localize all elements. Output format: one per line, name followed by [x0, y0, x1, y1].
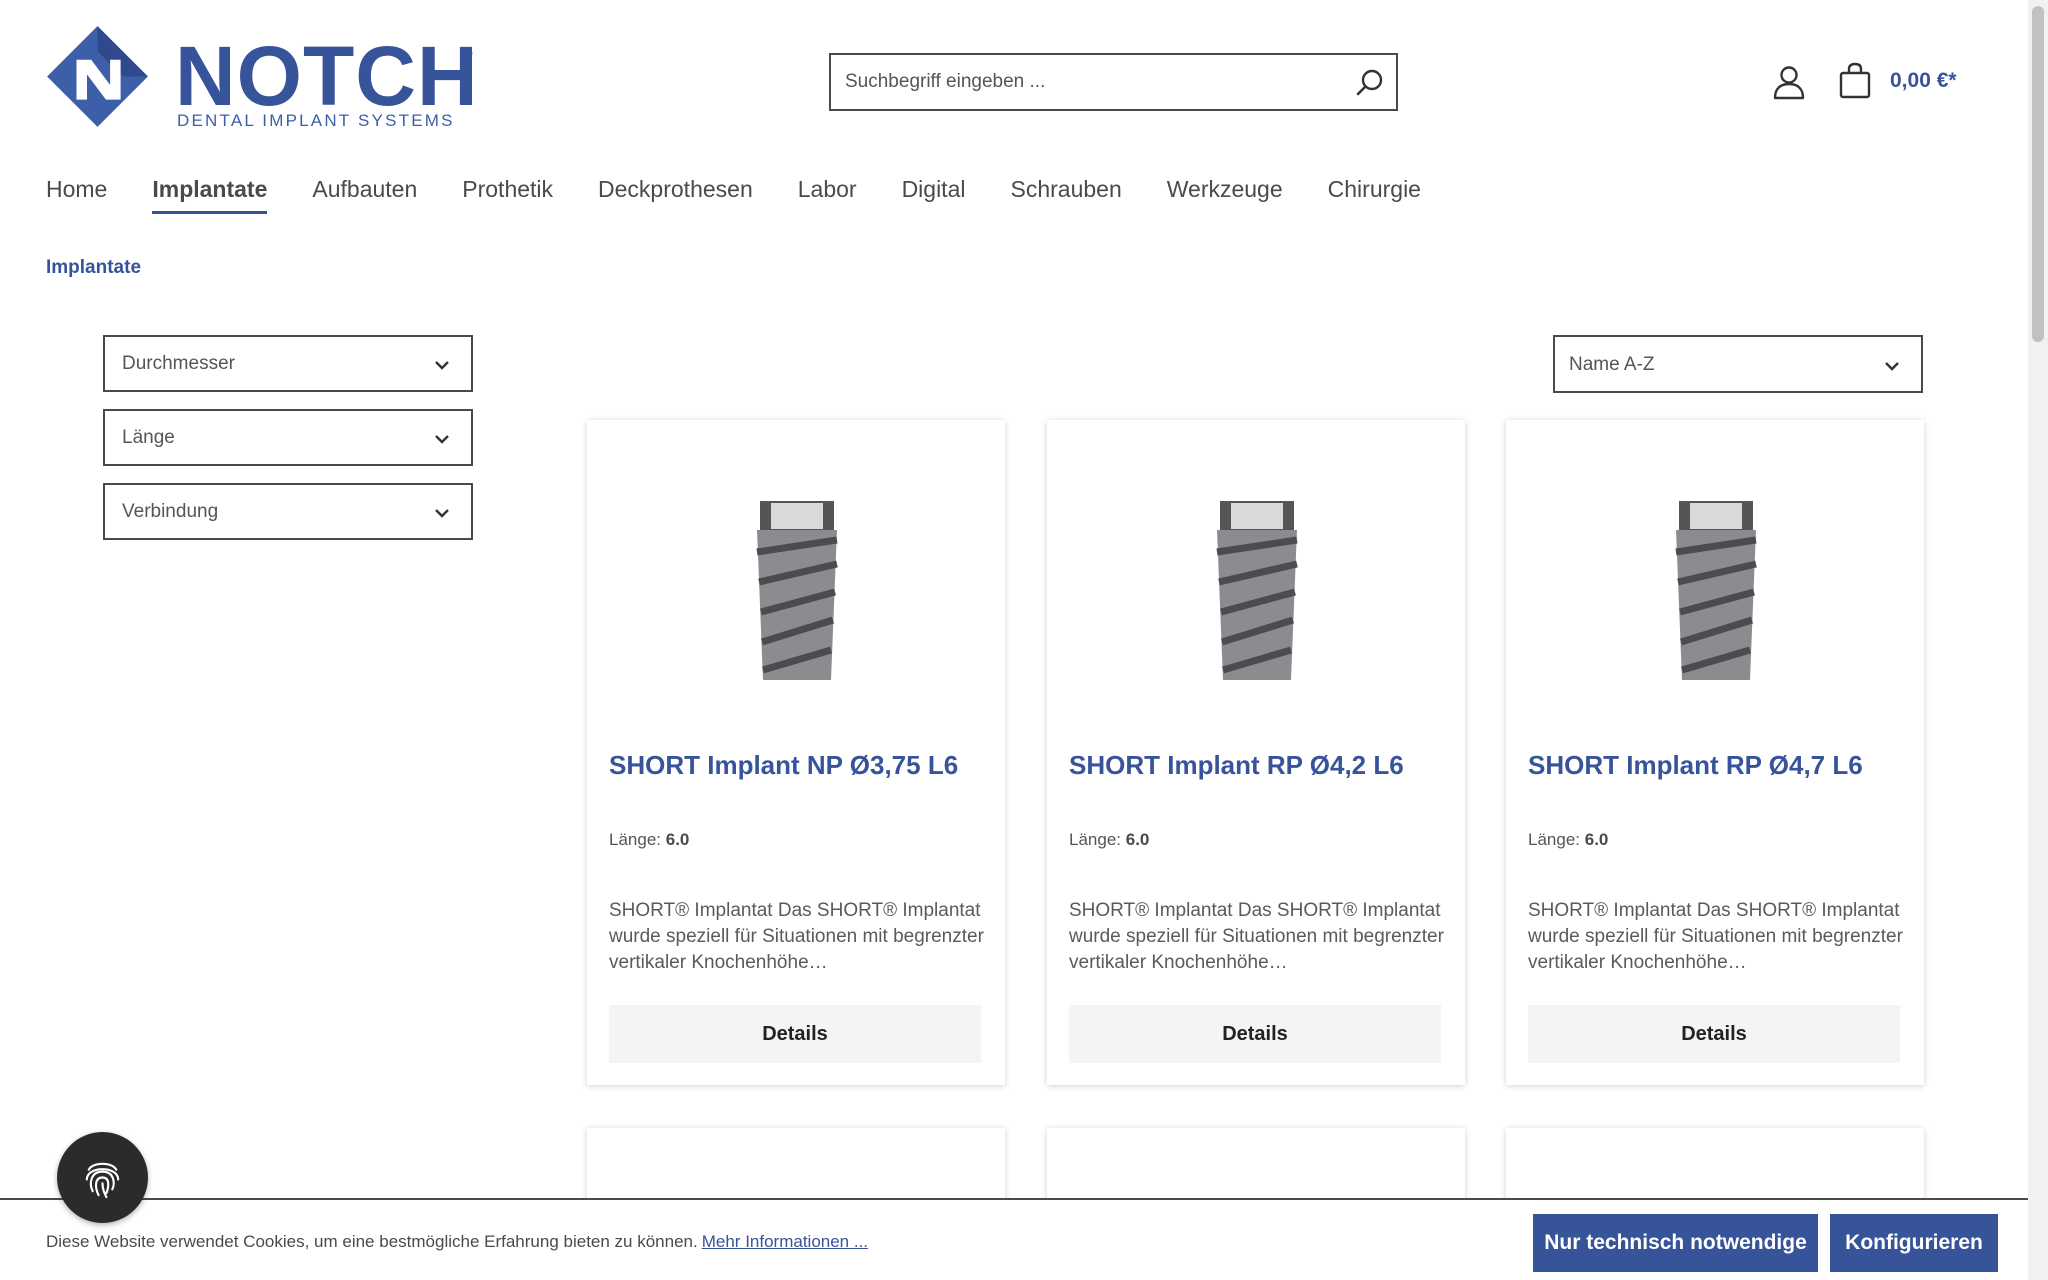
nav-item-implantate[interactable]: Implantate: [152, 174, 268, 214]
nav-item-chirurgie[interactable]: Chirurgie: [1328, 174, 1421, 214]
filter-label: Länge: [122, 427, 175, 448]
product-description: SHORT® Implantat Das SHORT® Implantat wu…: [1069, 900, 1444, 973]
cookie-more-info-link[interactable]: Mehr Informationen ...: [702, 1232, 868, 1251]
product-property: Länge: 6.0: [1069, 830, 1149, 850]
nav-item-prothetik[interactable]: Prothetik: [462, 174, 553, 214]
chevron-down-icon: [1885, 362, 1899, 371]
nav-item-digital[interactable]: Digital: [902, 174, 966, 214]
filter-laenge[interactable]: Länge: [103, 409, 473, 466]
logo-wordmark: NOTCH: [175, 29, 479, 123]
nav-item-aufbauten[interactable]: Aufbauten: [312, 174, 417, 214]
filter-verbindung[interactable]: Verbindung: [103, 483, 473, 540]
filter-label: Durchmesser: [122, 353, 235, 374]
shopping-bag-icon: [1839, 62, 1871, 99]
details-button[interactable]: Details: [1528, 1005, 1900, 1063]
logo-tagline: DENTAL IMPLANT SYSTEMS: [177, 111, 455, 130]
cookie-configure-button[interactable]: Konfigurieren: [1830, 1214, 1998, 1272]
details-button[interactable]: Details: [1069, 1005, 1441, 1063]
product-description: SHORT® Implantat Das SHORT® Implantat wu…: [1528, 900, 1903, 973]
logo-registered-mark: ®: [463, 46, 473, 61]
cookie-preferences-button[interactable]: [57, 1132, 148, 1223]
user-icon: [1773, 66, 1805, 100]
property-label: Länge:: [1528, 830, 1580, 849]
cart-button[interactable]: [1838, 62, 1872, 100]
chevron-down-icon: [435, 435, 449, 444]
property-label: Länge:: [609, 830, 661, 849]
search-input[interactable]: [845, 55, 1325, 109]
cart-total[interactable]: 0,00 €*: [1890, 69, 1957, 93]
search-button[interactable]: [1354, 67, 1386, 99]
breadcrumb[interactable]: Implantate: [46, 257, 141, 279]
product-title[interactable]: SHORT Implant RP Ø4,2 L6: [1069, 750, 1404, 781]
chevron-down-icon: [435, 361, 449, 370]
nav-item-home[interactable]: Home: [46, 174, 107, 214]
filter-durchmesser[interactable]: Durchmesser: [103, 335, 473, 392]
details-button[interactable]: Details: [609, 1005, 981, 1063]
cookie-text: Diese Website verwendet Cookies, um eine…: [46, 1232, 698, 1251]
logo-mark-icon: [47, 26, 148, 127]
cookie-message: Diese Website verwendet Cookies, um eine…: [46, 1232, 868, 1252]
nav-item-labor[interactable]: Labor: [798, 174, 857, 214]
implant-image[interactable]: [727, 490, 867, 690]
notch-logo[interactable]: NOTCH ® DENTAL IMPLANT SYSTEMS: [45, 24, 478, 134]
product-card: SHORT Implant RP Ø4,7 L6 Länge: 6.0 SHOR…: [1506, 420, 1924, 1085]
cookie-necessary-button[interactable]: Nur technisch notwendige: [1533, 1214, 1818, 1272]
product-title[interactable]: SHORT Implant NP Ø3,75 L6: [609, 750, 958, 781]
implant-image[interactable]: [1646, 490, 1786, 690]
page-scrollbar[interactable]: [2028, 0, 2048, 1280]
property-label: Länge:: [1069, 830, 1121, 849]
scrollbar-thumb[interactable]: [2032, 6, 2044, 342]
property-value: 6.0: [1125, 830, 1150, 849]
site-header: NOTCH ® DENTAL IMPLANT SYSTEMS 0,00 €*: [0, 0, 2048, 170]
chevron-down-icon: [435, 509, 449, 518]
product-title[interactable]: SHORT Implant RP Ø4,7 L6: [1528, 750, 1863, 781]
fingerprint-icon: [85, 1162, 120, 1199]
property-value: 6.0: [1584, 830, 1609, 849]
nav-item-deckprothesen[interactable]: Deckprothesen: [598, 174, 753, 214]
implant-image[interactable]: [1187, 490, 1327, 690]
account-button[interactable]: [1772, 64, 1806, 100]
product-card: SHORT Implant NP Ø3,75 L6 Länge: 6.0 SHO…: [587, 420, 1005, 1085]
product-property: Länge: 6.0: [1528, 830, 1608, 850]
filter-label: Verbindung: [122, 501, 219, 522]
search-icon: [1356, 69, 1383, 96]
product-description: SHORT® Implantat Das SHORT® Implantat wu…: [609, 900, 984, 973]
main-navigation: Home Implantate Aufbauten Prothetik Deck…: [46, 174, 1466, 224]
sort-selected-label: Name A-Z: [1569, 354, 1655, 375]
cookie-banner: Diese Website verwendet Cookies, um eine…: [0, 1198, 2028, 1280]
nav-item-werkzeuge[interactable]: Werkzeuge: [1167, 174, 1283, 214]
nav-item-schrauben[interactable]: Schrauben: [1010, 174, 1121, 214]
search-box: [829, 53, 1398, 111]
product-property: Länge: 6.0: [609, 830, 689, 850]
sort-select[interactable]: Name A-Z: [1553, 335, 1923, 393]
property-value: 6.0: [665, 830, 690, 849]
product-card: SHORT Implant RP Ø4,2 L6 Länge: 6.0 SHOR…: [1047, 420, 1465, 1085]
